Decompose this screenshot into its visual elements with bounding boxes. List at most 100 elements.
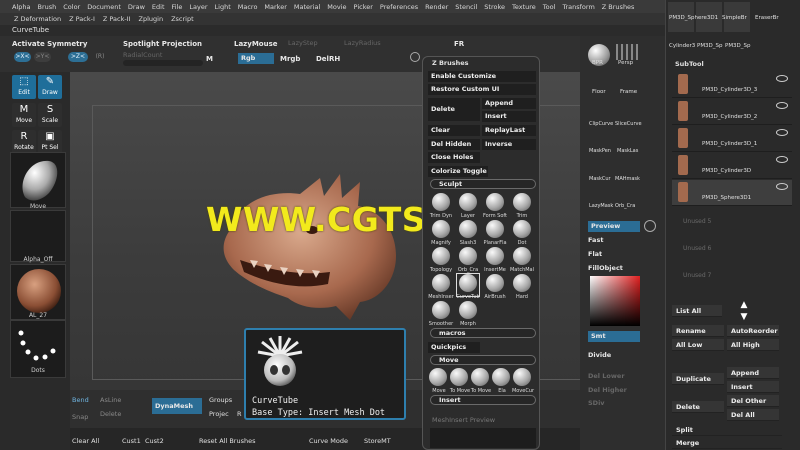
resolution-slider[interactable]: R	[237, 410, 242, 418]
rename-button[interactable]: Rename	[672, 325, 724, 337]
quickpics-button[interactable]: Quickpics	[428, 342, 480, 353]
brush-cell[interactable]: Form Soft	[483, 193, 507, 219]
subtool-slot-empty[interactable]: Unused 5	[683, 218, 711, 225]
radial-count-track[interactable]	[123, 60, 203, 66]
menu-item[interactable]: Preferences	[380, 3, 418, 11]
move-brush-cell[interactable]: Move	[428, 368, 448, 394]
move-button[interactable]: M Move	[12, 103, 36, 127]
replaylast-button[interactable]: ReplayLast	[482, 125, 536, 136]
axis-y-toggle[interactable]: >Y<	[34, 52, 51, 62]
menu-item[interactable]: Z Pack-I	[69, 15, 95, 23]
menu-item[interactable]: File	[172, 3, 183, 11]
cust1-button[interactable]: Cust1	[122, 437, 141, 445]
rgb-button[interactable]: Rgb	[238, 53, 274, 64]
menu-item[interactable]: Document	[87, 3, 121, 11]
autoreorder-button[interactable]: AutoReorder	[727, 325, 779, 337]
mrgb-button[interactable]: Mrgb	[280, 55, 300, 63]
brush-cell[interactable]: Smoother	[429, 301, 453, 327]
menu-item[interactable]: Color	[63, 3, 80, 11]
curve-mode-button[interactable]: Curve Mode	[309, 437, 348, 445]
brush-cell[interactable]: Orb_Cra	[457, 247, 479, 273]
move-brush-cell[interactable]: MoveCur	[512, 368, 534, 394]
asline-button[interactable]: AsLine	[100, 396, 121, 404]
fr-button[interactable]: FR	[454, 40, 464, 48]
del-lower-button[interactable]: Del Lower	[588, 372, 640, 383]
all-low-button[interactable]: All Low	[672, 339, 724, 351]
reset-all-brushes-button[interactable]: Reset All Brushes	[199, 437, 256, 445]
menu-item[interactable]: Tool	[543, 3, 556, 11]
delete-subtool-button[interactable]: Delete	[672, 401, 724, 413]
meshinsert-preview-area[interactable]	[430, 428, 536, 448]
subtool-row[interactable]: PM3D_Cylinder3D_3	[672, 72, 792, 98]
menu-item[interactable]: Light	[215, 3, 231, 11]
preview-options-icon[interactable]	[644, 220, 656, 232]
maskpen-brush[interactable]: MaskPen	[589, 148, 611, 154]
brush-cell[interactable]: MatchMal	[510, 247, 534, 273]
brush-cell[interactable]: MeshInser	[428, 274, 454, 300]
z-delete-button[interactable]: Delete	[428, 98, 480, 121]
brush-cell[interactable]: Magnify	[430, 220, 452, 246]
smt-button[interactable]: Smt	[588, 331, 640, 342]
menu-item[interactable]: Texture	[512, 3, 536, 11]
menu-item[interactable]: Marker	[264, 3, 286, 11]
inverse-button[interactable]: Inverse	[482, 139, 536, 150]
subtool-row[interactable]: PM3D_Cylinder3D_2	[672, 99, 792, 125]
sculpt-section-header[interactable]: Sculpt	[430, 179, 536, 189]
spotlight-projection-button[interactable]: Spotlight Projection	[123, 40, 202, 48]
brush-cell[interactable]: PlanarFla	[483, 220, 507, 246]
m-button[interactable]: M	[206, 55, 213, 63]
cust2-button[interactable]: Cust2	[145, 437, 164, 445]
menu-item[interactable]: Z Brushes	[602, 3, 635, 11]
clear-all-button[interactable]: Clear All	[72, 437, 99, 445]
axis-x-toggle[interactable]: >X<	[14, 52, 31, 62]
eye-icon[interactable]	[776, 156, 788, 163]
brush-cell[interactable]: InsertMe	[484, 247, 506, 273]
brush-cell[interactable]: Trim	[511, 193, 533, 219]
brush-cell[interactable]: Topology	[430, 247, 452, 273]
brush-cell[interactable]: CurveTub	[456, 273, 480, 300]
sdiv-slider[interactable]: SDiv	[588, 399, 640, 410]
subtool-row[interactable]: PM3D_Cylinder3D_1	[672, 126, 792, 152]
del-all-button[interactable]: Del All	[727, 409, 779, 421]
dynamesh-button[interactable]: DynaMesh	[152, 398, 202, 414]
delete-curve-button[interactable]: Delete	[100, 410, 121, 418]
brush-cell[interactable]: Layer	[457, 193, 479, 219]
preview-button[interactable]: Preview	[588, 221, 640, 232]
frame-button[interactable]: Frame	[620, 89, 637, 95]
storemt-button[interactable]: StoreMT	[364, 437, 391, 445]
flat-button[interactable]: Flat	[588, 250, 618, 261]
close-holes-button[interactable]: Close Holes	[428, 152, 480, 163]
list-all-button[interactable]: List All	[672, 305, 722, 317]
del-other-button[interactable]: Del Other	[727, 395, 779, 407]
brush-cell[interactable]: Hard	[511, 274, 533, 300]
orbcra-brush[interactable]: Orb_Cra	[615, 203, 635, 209]
menu-item[interactable]: Z Deformation	[14, 15, 61, 23]
menu-item[interactable]: Stroke	[484, 3, 505, 11]
arrow-down-icon[interactable]: ▼	[738, 312, 750, 322]
split-menu[interactable]: Split	[672, 424, 782, 436]
activate-symmetry-button[interactable]: Activate Symmetry	[12, 40, 87, 48]
eye-icon[interactable]	[776, 75, 788, 82]
menu-item[interactable]: Stencil	[455, 3, 477, 11]
perspective-grid-icon[interactable]	[616, 44, 638, 60]
subtool-slot-empty[interactable]: Unused 7	[683, 272, 711, 279]
project-button[interactable]: Projec	[209, 410, 229, 418]
menu-item[interactable]: Movie	[327, 3, 346, 11]
colorize-toggle-button[interactable]: Colorize Toggle	[428, 166, 488, 177]
brush-cell[interactable]: Slash3	[457, 220, 479, 246]
ptsel-button[interactable]: ▣ Pt Sel	[38, 130, 62, 154]
insert-subtool-button[interactable]: Insert	[727, 381, 779, 393]
floor-button[interactable]: Floor	[592, 89, 606, 95]
lazystep-slider[interactable]: LazyStep	[288, 39, 318, 47]
menu-item[interactable]: Material	[294, 3, 320, 11]
eye-icon[interactable]	[776, 102, 788, 109]
menu-item[interactable]: Transform	[562, 3, 594, 11]
z-clear-button[interactable]: Clear	[428, 125, 480, 136]
scale-button[interactable]: S Scale	[38, 103, 62, 127]
slicecurve-brush[interactable]: SliceCurve	[615, 121, 642, 127]
lazyradius-slider[interactable]: LazyRadius	[344, 39, 381, 47]
masklasso-brush[interactable]: MaskLas	[617, 148, 638, 154]
all-high-button[interactable]: All High	[727, 339, 779, 351]
clipcurve-brush[interactable]: ClipCurve	[589, 121, 613, 127]
z-append-button[interactable]: Append	[482, 98, 536, 109]
